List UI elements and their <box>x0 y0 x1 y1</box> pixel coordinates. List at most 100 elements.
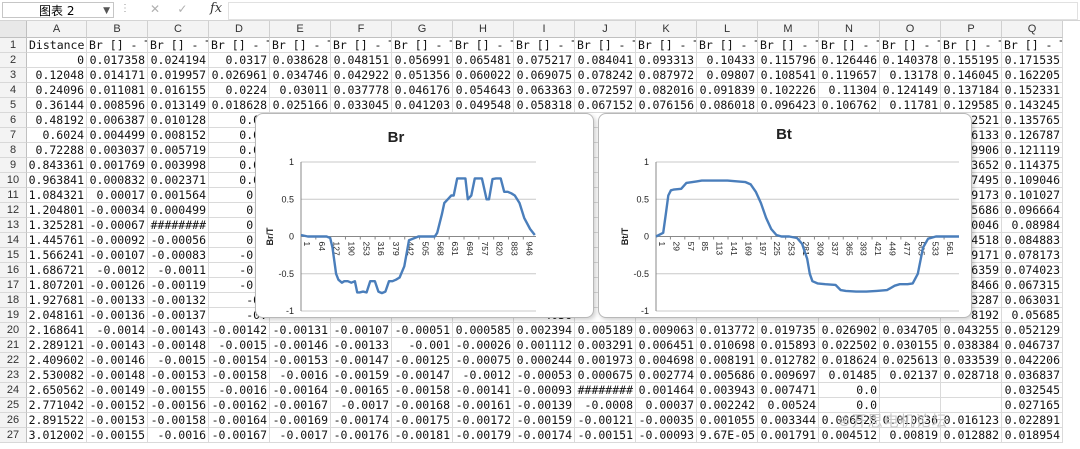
cell[interactable]: 0.102226 <box>758 83 819 98</box>
cell[interactable]: 0.026961 <box>209 68 270 83</box>
cell[interactable]: -0.00093 <box>636 428 697 443</box>
row-header[interactable]: 17 <box>0 278 27 293</box>
cell[interactable]: 0.003037 <box>87 143 148 158</box>
cell[interactable]: 0.038628 <box>270 53 331 68</box>
row-header[interactable]: 23 <box>0 368 27 383</box>
cell[interactable]: 2.650562 <box>27 383 87 398</box>
cell[interactable]: -0.00141 <box>453 383 514 398</box>
cell[interactable]: Br [] - T <box>636 38 697 53</box>
cell[interactable]: -0.0012 <box>87 263 148 278</box>
cell[interactable]: Br [] - T <box>575 38 636 53</box>
cell[interactable]: -0.0012 <box>453 368 514 383</box>
cell[interactable]: 0.05685 <box>1002 308 1063 323</box>
cell[interactable]: Br [] - T <box>1002 38 1063 53</box>
cell[interactable]: 0.001112 <box>514 338 575 353</box>
resize-handle-icon[interactable]: ⋮ <box>120 3 131 14</box>
cell[interactable]: 0.028718 <box>941 368 1002 383</box>
cell[interactable]: 0.36144 <box>27 98 87 113</box>
cell[interactable]: -0.00083 <box>148 248 209 263</box>
enter-icon[interactable]: ✓ <box>177 2 187 16</box>
cell[interactable]: 0.030155 <box>880 338 941 353</box>
cell[interactable]: 0.003291 <box>575 338 636 353</box>
cell[interactable]: -0.00164 <box>209 413 270 428</box>
row-header[interactable]: 15 <box>0 248 27 263</box>
cell[interactable]: 0.069075 <box>514 68 575 83</box>
cell[interactable]: 0.03011 <box>270 83 331 98</box>
cell[interactable] <box>941 398 1002 413</box>
cell[interactable]: 0.078173 <box>1002 248 1063 263</box>
cell[interactable]: -0.00158 <box>209 368 270 383</box>
cell[interactable]: -0.00149 <box>87 383 148 398</box>
row-header[interactable]: 10 <box>0 173 27 188</box>
cell[interactable]: -0.00034 <box>87 203 148 218</box>
cell[interactable]: 0.008191 <box>697 353 758 368</box>
cell[interactable]: 0.0 <box>819 383 880 398</box>
cell[interactable]: -0.00092 <box>87 233 148 248</box>
column-header-e[interactable]: E <box>270 21 331 38</box>
cell[interactable]: 1.927681 <box>27 293 87 308</box>
cell[interactable]: 0.082016 <box>636 83 697 98</box>
cell[interactable]: 0.016123 <box>941 413 1002 428</box>
cell[interactable]: 0.02137 <box>880 368 941 383</box>
cell[interactable]: 0.126446 <box>819 53 880 68</box>
cell[interactable]: Br [] - T <box>87 38 148 53</box>
column-header-g[interactable]: G <box>392 21 453 38</box>
cell[interactable]: 2.891522 <box>27 413 87 428</box>
cell[interactable]: 1.084321 <box>27 188 87 203</box>
cell[interactable]: Br [] - T <box>697 38 758 53</box>
cell[interactable]: 0.016155 <box>148 83 209 98</box>
cell[interactable]: 0.001769 <box>87 158 148 173</box>
cell[interactable]: 0.009063 <box>636 323 697 338</box>
cell[interactable]: -0.00146 <box>87 353 148 368</box>
cell[interactable]: -0.00133 <box>87 293 148 308</box>
cell[interactable]: 0.001055 <box>697 413 758 428</box>
cell[interactable]: 0.051356 <box>392 68 453 83</box>
cell[interactable]: -0.00162 <box>209 398 270 413</box>
cell[interactable]: 0.01485 <box>819 368 880 383</box>
cell[interactable]: -0.00169 <box>270 413 331 428</box>
column-header-c[interactable]: C <box>148 21 209 38</box>
cell[interactable]: 0.010128 <box>148 113 209 128</box>
cell[interactable]: 0.109046 <box>1002 173 1063 188</box>
cell[interactable]: 0.042206 <box>1002 353 1063 368</box>
cell[interactable]: -0.0017 <box>270 428 331 443</box>
cell[interactable]: -0.00143 <box>87 338 148 353</box>
cell[interactable]: -0.00035 <box>636 413 697 428</box>
cell[interactable]: -0.001 <box>392 338 453 353</box>
cell[interactable]: 1.566241 <box>27 248 87 263</box>
cell[interactable]: 0.003943 <box>697 383 758 398</box>
cell[interactable]: 1.445761 <box>27 233 87 248</box>
cell[interactable]: 0.052129 <box>1002 323 1063 338</box>
cell[interactable]: 0.008596 <box>87 98 148 113</box>
cell[interactable]: 0.140378 <box>880 53 941 68</box>
cell[interactable]: -0.00151 <box>575 428 636 443</box>
cell[interactable]: 0.042922 <box>331 68 392 83</box>
row-header[interactable]: 16 <box>0 263 27 278</box>
cell[interactable]: 0.002774 <box>636 368 697 383</box>
cell[interactable]: 0.074023 <box>1002 263 1063 278</box>
cell[interactable]: 0.091839 <box>697 83 758 98</box>
cell[interactable]: 0.003344 <box>758 413 819 428</box>
name-box[interactable]: 图表 2 ▼ <box>2 2 114 18</box>
cell[interactable]: 0.015893 <box>758 338 819 353</box>
cell[interactable]: -0.0014 <box>87 323 148 338</box>
cell[interactable]: -0.00147 <box>331 353 392 368</box>
cell[interactable]: 0.025613 <box>880 353 941 368</box>
cell[interactable]: 0.000244 <box>514 353 575 368</box>
row-header[interactable]: 21 <box>0 338 27 353</box>
cell[interactable]: 0.017358 <box>87 53 148 68</box>
cell[interactable]: 0.018624 <box>819 353 880 368</box>
chevron-down-icon[interactable]: ▼ <box>103 3 110 19</box>
cell[interactable]: -0.00133 <box>331 338 392 353</box>
cell[interactable]: 0.000675 <box>575 368 636 383</box>
cell[interactable]: -0.0015 <box>148 353 209 368</box>
cell[interactable]: -0.00168 <box>392 398 453 413</box>
cell[interactable]: 0.002394 <box>514 323 575 338</box>
cell[interactable]: -0.00147 <box>392 368 453 383</box>
cell[interactable]: 0.135765 <box>1002 113 1063 128</box>
column-header-d[interactable]: D <box>209 21 270 38</box>
cell[interactable]: 0.012882 <box>941 428 1002 443</box>
cell[interactable]: -0.00131 <box>270 323 331 338</box>
cell[interactable]: 0.037778 <box>331 83 392 98</box>
column-header-i[interactable]: I <box>514 21 575 38</box>
